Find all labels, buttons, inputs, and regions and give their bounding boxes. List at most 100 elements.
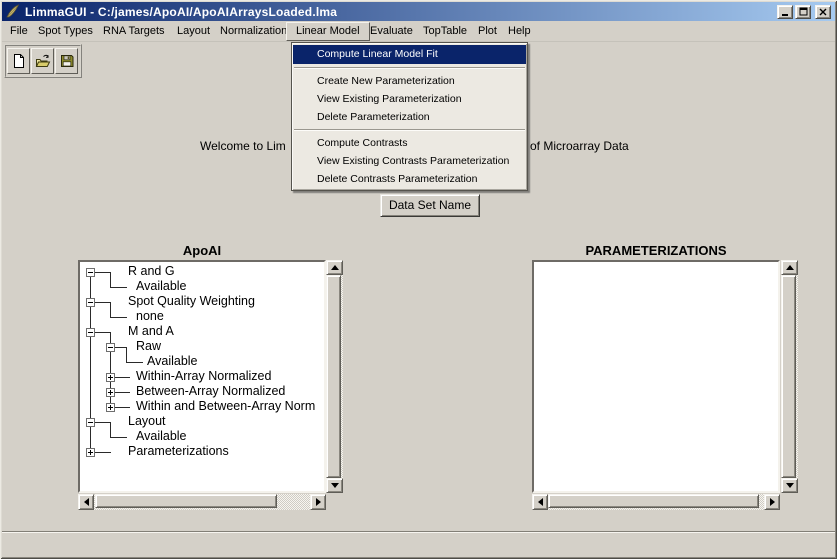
dataset-tree-listbox[interactable]: R and GAvailableSpot Quality Weightingno… — [78, 260, 326, 493]
left-horizontal-scrollbar[interactable] — [78, 494, 326, 510]
tree-item[interactable]: Between-Array Normalized — [136, 384, 285, 399]
menu-plot[interactable]: Plot — [478, 21, 497, 42]
scroll-down-button[interactable] — [326, 478, 343, 493]
scroll-right-button[interactable] — [764, 494, 780, 510]
tree-item[interactable]: Available — [136, 279, 187, 294]
tree-item[interactable]: Raw — [136, 339, 161, 354]
menu-item-compute-linear-model-fit[interactable]: Compute Linear Model Fit — [293, 45, 526, 64]
menu-item-create-new-parameterization[interactable]: Create New Parameterization — [293, 72, 526, 90]
maximize-button[interactable] — [795, 5, 811, 19]
scroll-left-button[interactable] — [78, 494, 94, 510]
arrow-right-icon — [316, 498, 321, 506]
menu-rna-targets[interactable]: RNA Targets — [103, 21, 165, 42]
open-folder-icon — [35, 53, 51, 69]
tree-item[interactable]: Within and Between-Array Norm — [136, 399, 315, 414]
tree-connector-line — [115, 377, 130, 378]
title-bar[interactable]: LimmaGUI - C:/james/ApoAI/ApoAIArraysLoa… — [2, 2, 835, 21]
scrollbar-thumb[interactable] — [326, 275, 341, 478]
arrow-up-icon — [331, 265, 339, 270]
parameterizations-listbox[interactable] — [532, 260, 780, 493]
menu-toptable[interactable]: TopTable — [423, 21, 467, 42]
status-bar — [2, 533, 835, 557]
tree-expander-minus-icon[interactable] — [106, 343, 115, 352]
tree-item[interactable]: none — [136, 309, 164, 324]
scroll-up-button[interactable] — [781, 260, 798, 275]
tree-item[interactable]: Spot Quality Weighting — [128, 294, 255, 309]
menu-file[interactable]: File — [10, 21, 28, 42]
left-panel-title: ApoAI — [78, 243, 326, 258]
menu-item-delete-parameterization[interactable]: Delete Parameterization — [293, 108, 526, 126]
arrow-up-icon — [786, 265, 794, 270]
data-set-name-button[interactable]: Data Set Name — [380, 194, 480, 217]
tree-expander-minus-icon[interactable] — [86, 298, 95, 307]
scrollbar-track[interactable] — [548, 494, 764, 510]
scroll-down-button[interactable] — [781, 478, 798, 493]
tree-expander-minus-icon[interactable] — [86, 418, 95, 427]
minimize-button[interactable] — [777, 5, 793, 19]
scrollbar-track[interactable] — [326, 275, 343, 478]
menu-help[interactable]: Help — [508, 21, 531, 42]
tree-item[interactable]: Available — [147, 354, 198, 369]
menu-item-view-existing-parameterization[interactable]: View Existing Parameterization — [293, 90, 526, 108]
new-file-icon — [11, 53, 27, 69]
arrow-left-icon — [538, 498, 543, 506]
tree-item[interactable]: Within-Array Normalized — [136, 369, 271, 384]
left-vertical-scrollbar[interactable] — [326, 260, 343, 493]
tree-connector-line — [115, 392, 130, 393]
tree-connector-line — [95, 422, 111, 423]
menu-normalization[interactable]: Normalization — [220, 21, 287, 42]
window-title: LimmaGUI - C:/james/ApoAI/ApoAIArraysLoa… — [25, 5, 337, 19]
minimize-icon — [781, 8, 789, 16]
tree-item[interactable]: Layout — [128, 414, 166, 429]
tree-item[interactable]: Available — [136, 429, 187, 444]
tree-expander-plus-icon[interactable] — [106, 388, 115, 397]
arrow-down-icon — [786, 483, 794, 488]
tree-connector-line — [110, 437, 127, 438]
scroll-left-button[interactable] — [532, 494, 548, 510]
save-file-button[interactable] — [55, 48, 78, 74]
tree-connector-line — [95, 452, 111, 453]
right-panel-title: PARAMETERIZATIONS — [532, 243, 780, 258]
scroll-right-button[interactable] — [310, 494, 326, 510]
tree-connector-line — [110, 302, 111, 318]
tree-connector-line — [95, 332, 111, 333]
scrollbar-track[interactable] — [94, 494, 310, 510]
menu-spot-types[interactable]: Spot Types — [38, 21, 93, 42]
tree-expander-plus-icon[interactable] — [106, 403, 115, 412]
tree-connector-line — [115, 407, 130, 408]
new-file-button[interactable] — [7, 48, 30, 74]
right-horizontal-scrollbar[interactable] — [532, 494, 780, 510]
arrow-down-icon — [331, 483, 339, 488]
tree-connector-line — [110, 287, 127, 288]
menu-item-delete-contrasts-parameterization[interactable]: Delete Contrasts Parameterization — [293, 170, 526, 188]
close-button[interactable] — [815, 5, 831, 19]
tree-connector-line — [95, 272, 111, 273]
menu-item-view-existing-contrasts-param[interactable]: View Existing Contrasts Parameterization — [293, 152, 526, 170]
welcome-text-left: Welcome to Lim — [200, 139, 291, 153]
tree-item[interactable]: R and G — [128, 264, 175, 279]
tree-expander-plus-icon[interactable] — [86, 448, 95, 457]
scrollbar-thumb[interactable] — [95, 494, 277, 508]
tree-expander-minus-icon[interactable] — [86, 328, 95, 337]
menu-evaluate[interactable]: Evaluate — [370, 21, 413, 42]
open-file-button[interactable] — [31, 48, 54, 74]
right-vertical-scrollbar[interactable] — [781, 260, 798, 493]
tree-expander-minus-icon[interactable] — [86, 268, 95, 277]
tree-connector-line — [110, 422, 111, 438]
tree-expander-plus-icon[interactable] — [106, 373, 115, 382]
scroll-up-button[interactable] — [326, 260, 343, 275]
tree-item[interactable]: M and A — [128, 324, 174, 339]
menu-linear-model[interactable]: Linear Model — [286, 22, 370, 41]
scrollbar-track[interactable] — [781, 275, 798, 478]
toolbar — [4, 44, 82, 78]
dataset-tree: R and GAvailableSpot Quality Weightingno… — [80, 262, 324, 491]
scrollbar-thumb[interactable] — [781, 275, 796, 478]
tree-item[interactable]: Parameterizations — [128, 444, 229, 459]
close-icon — [819, 8, 827, 16]
scrollbar-thumb[interactable] — [548, 494, 759, 508]
tree-connector-line — [95, 302, 111, 303]
menu-item-compute-contrasts[interactable]: Compute Contrasts — [293, 134, 526, 152]
menu-separator — [294, 67, 525, 69]
tree-connector-line — [126, 362, 143, 363]
menu-layout[interactable]: Layout — [177, 21, 210, 42]
